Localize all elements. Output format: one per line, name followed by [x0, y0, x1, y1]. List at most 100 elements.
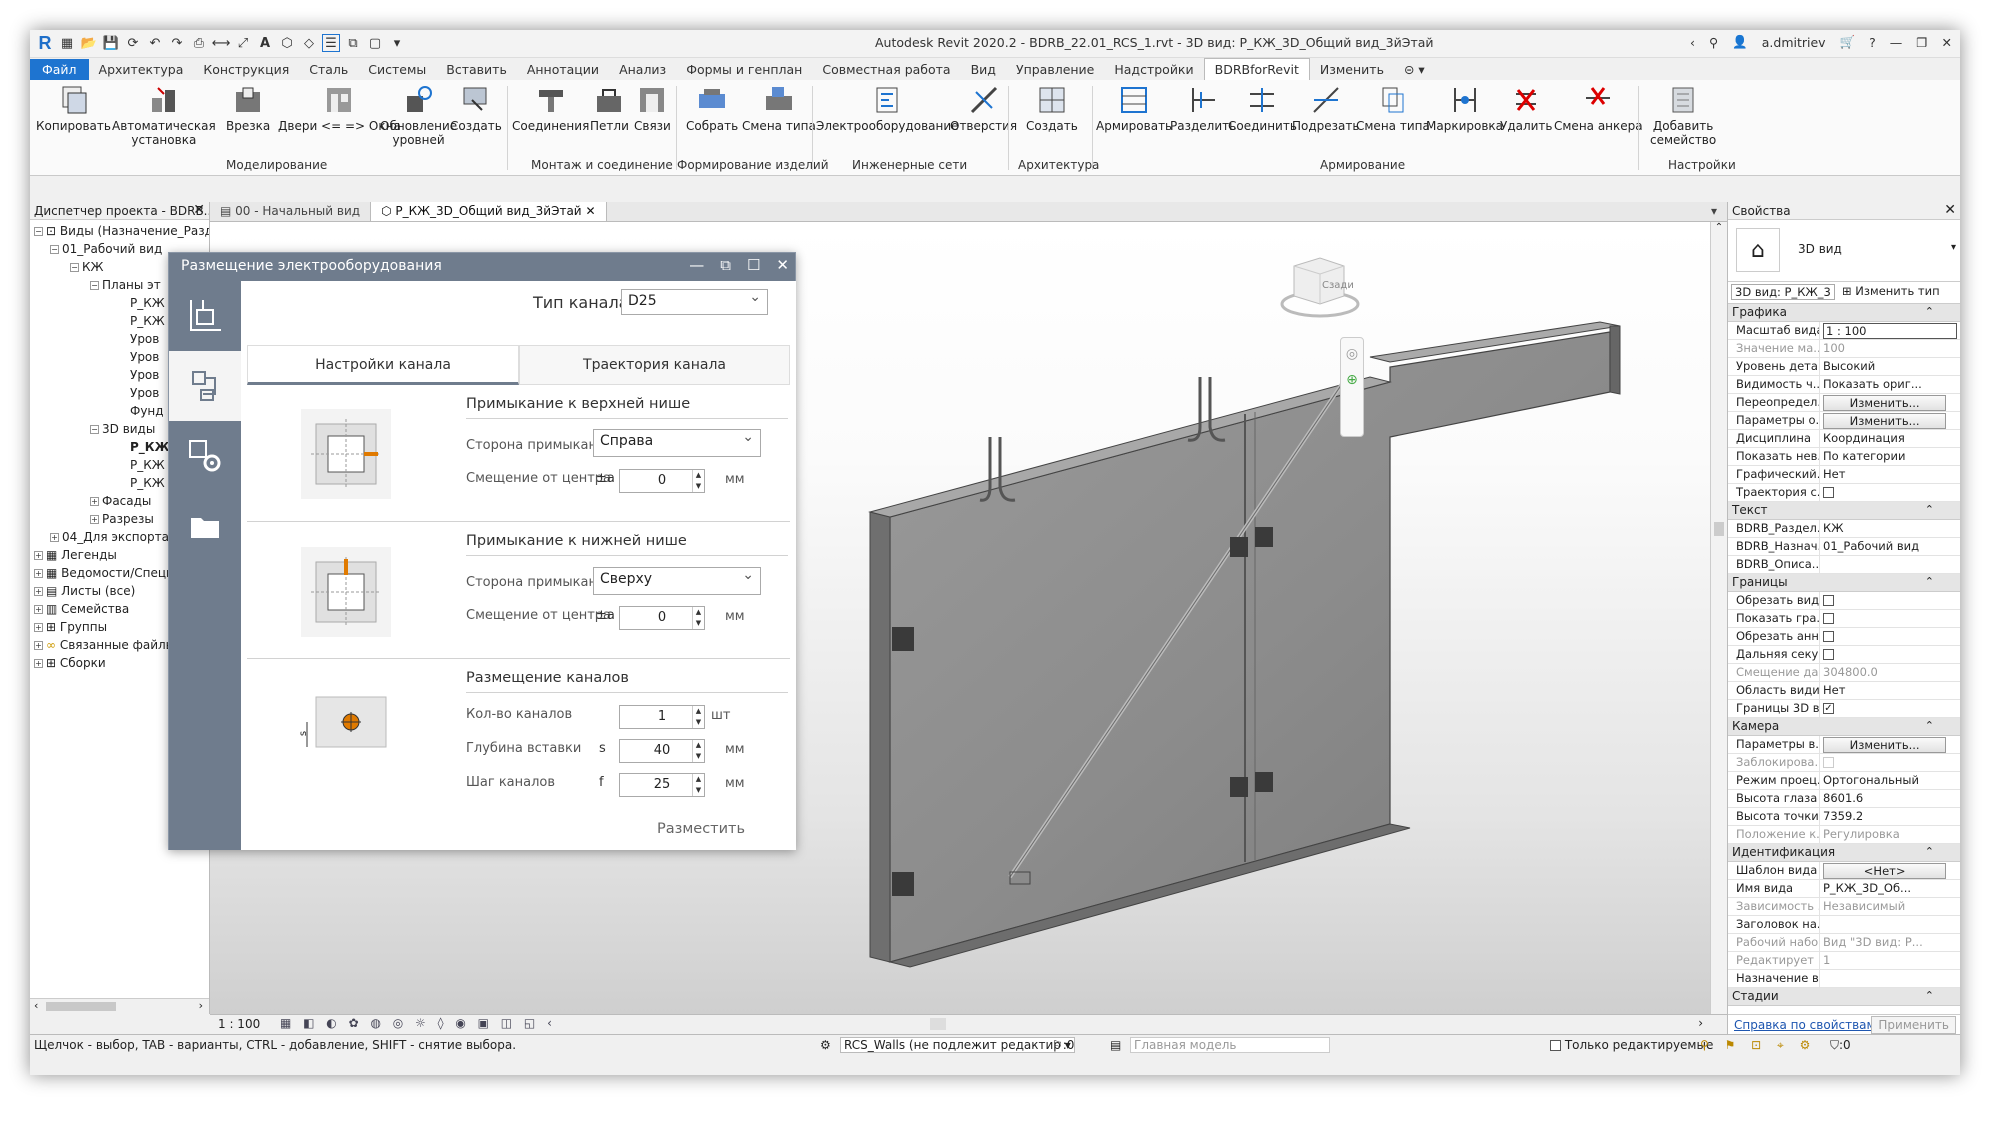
change-type-button-1[interactable]: Смена типа [742, 84, 816, 133]
property-checkbox[interactable]: ✓ [1823, 703, 1834, 714]
workset-dropdown[interactable]: RCS_Walls (не подлежит редактир ▾ [840, 1037, 1075, 1053]
join-button[interactable]: Соединить [1228, 84, 1297, 133]
restore-icon[interactable]: ❐ [1916, 35, 1927, 50]
property-input[interactable]: 1 : 100 [1823, 323, 1957, 339]
text-icon[interactable]: A [256, 34, 274, 52]
property-checkbox[interactable] [1823, 613, 1834, 624]
auto-install-button[interactable]: Автоматическая установка [112, 84, 216, 147]
property-checkbox[interactable] [1823, 487, 1834, 498]
redo-icon[interactable]: ↷ [168, 34, 186, 52]
edit-type-button[interactable]: ⊞ Изменить тип [1842, 284, 1940, 298]
tab-addins[interactable]: Надстройки [1104, 59, 1203, 80]
expand-icon[interactable]: + [50, 533, 59, 542]
tab-file[interactable]: Файл [30, 59, 89, 80]
tab-modify[interactable]: Изменить [1310, 59, 1394, 80]
channel-settings-side-button[interactable] [169, 351, 241, 421]
update-levels-button[interactable]: Обновление уровней [380, 84, 457, 147]
spinner-icon[interactable]: ▲ ▼ [692, 607, 704, 629]
channel-type-select[interactable]: D25 [621, 289, 768, 315]
close-icon[interactable]: ✕ [193, 202, 205, 218]
scroll-left-icon[interactable]: ‹ [34, 999, 38, 1012]
property-group-header[interactable]: Стадии [1728, 988, 1960, 1006]
tab-architecture[interactable]: Архитектура [89, 59, 194, 80]
expand-icon[interactable]: + [34, 569, 43, 578]
user-icon[interactable]: 👤 [1732, 34, 1748, 50]
channel-step-input[interactable]: 25 ▲ ▼ [619, 773, 705, 797]
property-value[interactable] [1820, 916, 1960, 933]
loops-button[interactable]: Петли [590, 84, 629, 133]
channel-layout-side-button[interactable] [169, 281, 241, 351]
close-icon[interactable]: ✕ [585, 204, 595, 218]
property-group-header[interactable]: Границы [1728, 574, 1960, 592]
user-name[interactable]: a.dmitriev [1762, 35, 1826, 50]
navigation-bar[interactable]: ◎ ⊕ [1340, 337, 1364, 437]
top-side-select[interactable]: Справа [593, 429, 761, 457]
tab-3d-view[interactable]: ⬡ Р_КЖ_3D_Общий вид_3йЭтай ✕ [371, 202, 607, 221]
revit-logo-icon[interactable]: R [36, 33, 54, 53]
marking-button[interactable]: Маркировка [1426, 84, 1503, 133]
property-value[interactable]: 01_Рабочий вид [1820, 538, 1960, 555]
maximize-icon[interactable]: ☐ [747, 256, 760, 274]
copy-button[interactable]: Копировать [36, 84, 111, 133]
editing-requests[interactable]: ⚐:0 [1052, 1038, 1074, 1052]
create-button-1[interactable]: Создать [450, 84, 502, 133]
insert-depth-input[interactable]: 40 ▲ ▼ [619, 739, 705, 763]
expand-icon[interactable]: + [90, 515, 99, 524]
zoom-icon[interactable]: ⊕ [1341, 372, 1363, 388]
folder-side-button[interactable] [169, 491, 241, 561]
selection-icons[interactable]: ⚲ ⚑ ⊡ ⌖ ⚙ [1700, 1038, 1816, 1053]
spinner-icon[interactable]: ▲ ▼ [692, 706, 704, 728]
expand-icon[interactable]: + [34, 551, 43, 560]
editable-only-toggle[interactable]: Только редактируемые [1550, 1038, 1713, 1052]
chevron-left-icon[interactable]: ‹ [1690, 35, 1695, 50]
expand-icon[interactable]: + [34, 623, 43, 632]
apply-button[interactable]: Применить [1871, 1016, 1956, 1034]
property-value[interactable] [1820, 592, 1960, 609]
property-value[interactable] [1820, 970, 1960, 987]
tab-channel-trajectory[interactable]: Траектория канала [519, 345, 790, 385]
property-value[interactable]: 8601.6 [1820, 790, 1960, 807]
spinner-icon[interactable]: ▲ ▼ [692, 470, 704, 492]
assemble-button[interactable]: Собрать [686, 84, 738, 133]
cutin-button[interactable]: Врезка [226, 84, 270, 133]
property-value[interactable]: 1 : 100 [1820, 322, 1960, 339]
3d-view-icon[interactable]: ⬡ [278, 34, 296, 52]
place-button[interactable]: Разместить [657, 821, 745, 837]
tree-item[interactable]: − ⊡ Виды (Назначение_Разд [30, 222, 209, 240]
property-group-header[interactable]: Графика [1728, 304, 1960, 322]
tab-structure[interactable]: Конструкция [193, 59, 299, 80]
collapse-icon[interactable]: − [70, 263, 79, 272]
close-hidden-icon[interactable]: ▢ [366, 34, 384, 52]
steering-wheel-icon[interactable]: ◎ [1341, 346, 1363, 362]
property-value[interactable]: Вид "3D вид: Р... [1820, 934, 1960, 951]
bottom-offset-input[interactable]: 0 ▲ ▼ [619, 606, 705, 630]
property-value[interactable] [1820, 484, 1960, 501]
property-value[interactable]: Изменить... [1820, 412, 1960, 429]
close-icon[interactable]: ✕ [1942, 35, 1952, 50]
property-checkbox[interactable] [1823, 649, 1834, 660]
edit-button[interactable]: Изменить... [1823, 413, 1947, 429]
expand-icon[interactable]: + [34, 605, 43, 614]
expand-icon[interactable]: + [90, 497, 99, 506]
tab-collaborate[interactable]: Совместная работа [812, 59, 960, 80]
tab-insert[interactable]: Вставить [436, 59, 517, 80]
tab-manage[interactable]: Управление [1006, 59, 1104, 80]
property-value[interactable]: 7359.2 [1820, 808, 1960, 825]
property-value[interactable]: 1 [1820, 952, 1960, 969]
collapse-icon[interactable]: − [50, 245, 59, 254]
collapse-icon[interactable]: − [90, 425, 99, 434]
property-checkbox[interactable] [1823, 595, 1834, 606]
electrical-equipment-button[interactable]: Электрооборудование [816, 84, 959, 133]
cart-icon[interactable]: 🛒 [1840, 34, 1856, 50]
tabs-menu-icon[interactable]: ▾ [1701, 202, 1727, 221]
undo-icon[interactable]: ↶ [146, 34, 164, 52]
property-value[interactable]: Регулировка [1820, 826, 1960, 843]
save-icon[interactable]: 💾 [102, 34, 120, 52]
property-group-header[interactable]: Текст [1728, 502, 1960, 520]
browser-horizontal-scrollbar[interactable]: ‹ › [30, 998, 209, 1014]
tab-channel-settings[interactable]: Настройки канала [247, 345, 519, 385]
tab-massing[interactable]: Формы и генплан [676, 59, 812, 80]
scroll-right-icon[interactable]: › [1698, 1016, 1703, 1030]
property-value[interactable]: Ортогональный [1820, 772, 1960, 789]
ribbon-options-icon[interactable]: ⊝ ▾ [1394, 59, 1435, 80]
